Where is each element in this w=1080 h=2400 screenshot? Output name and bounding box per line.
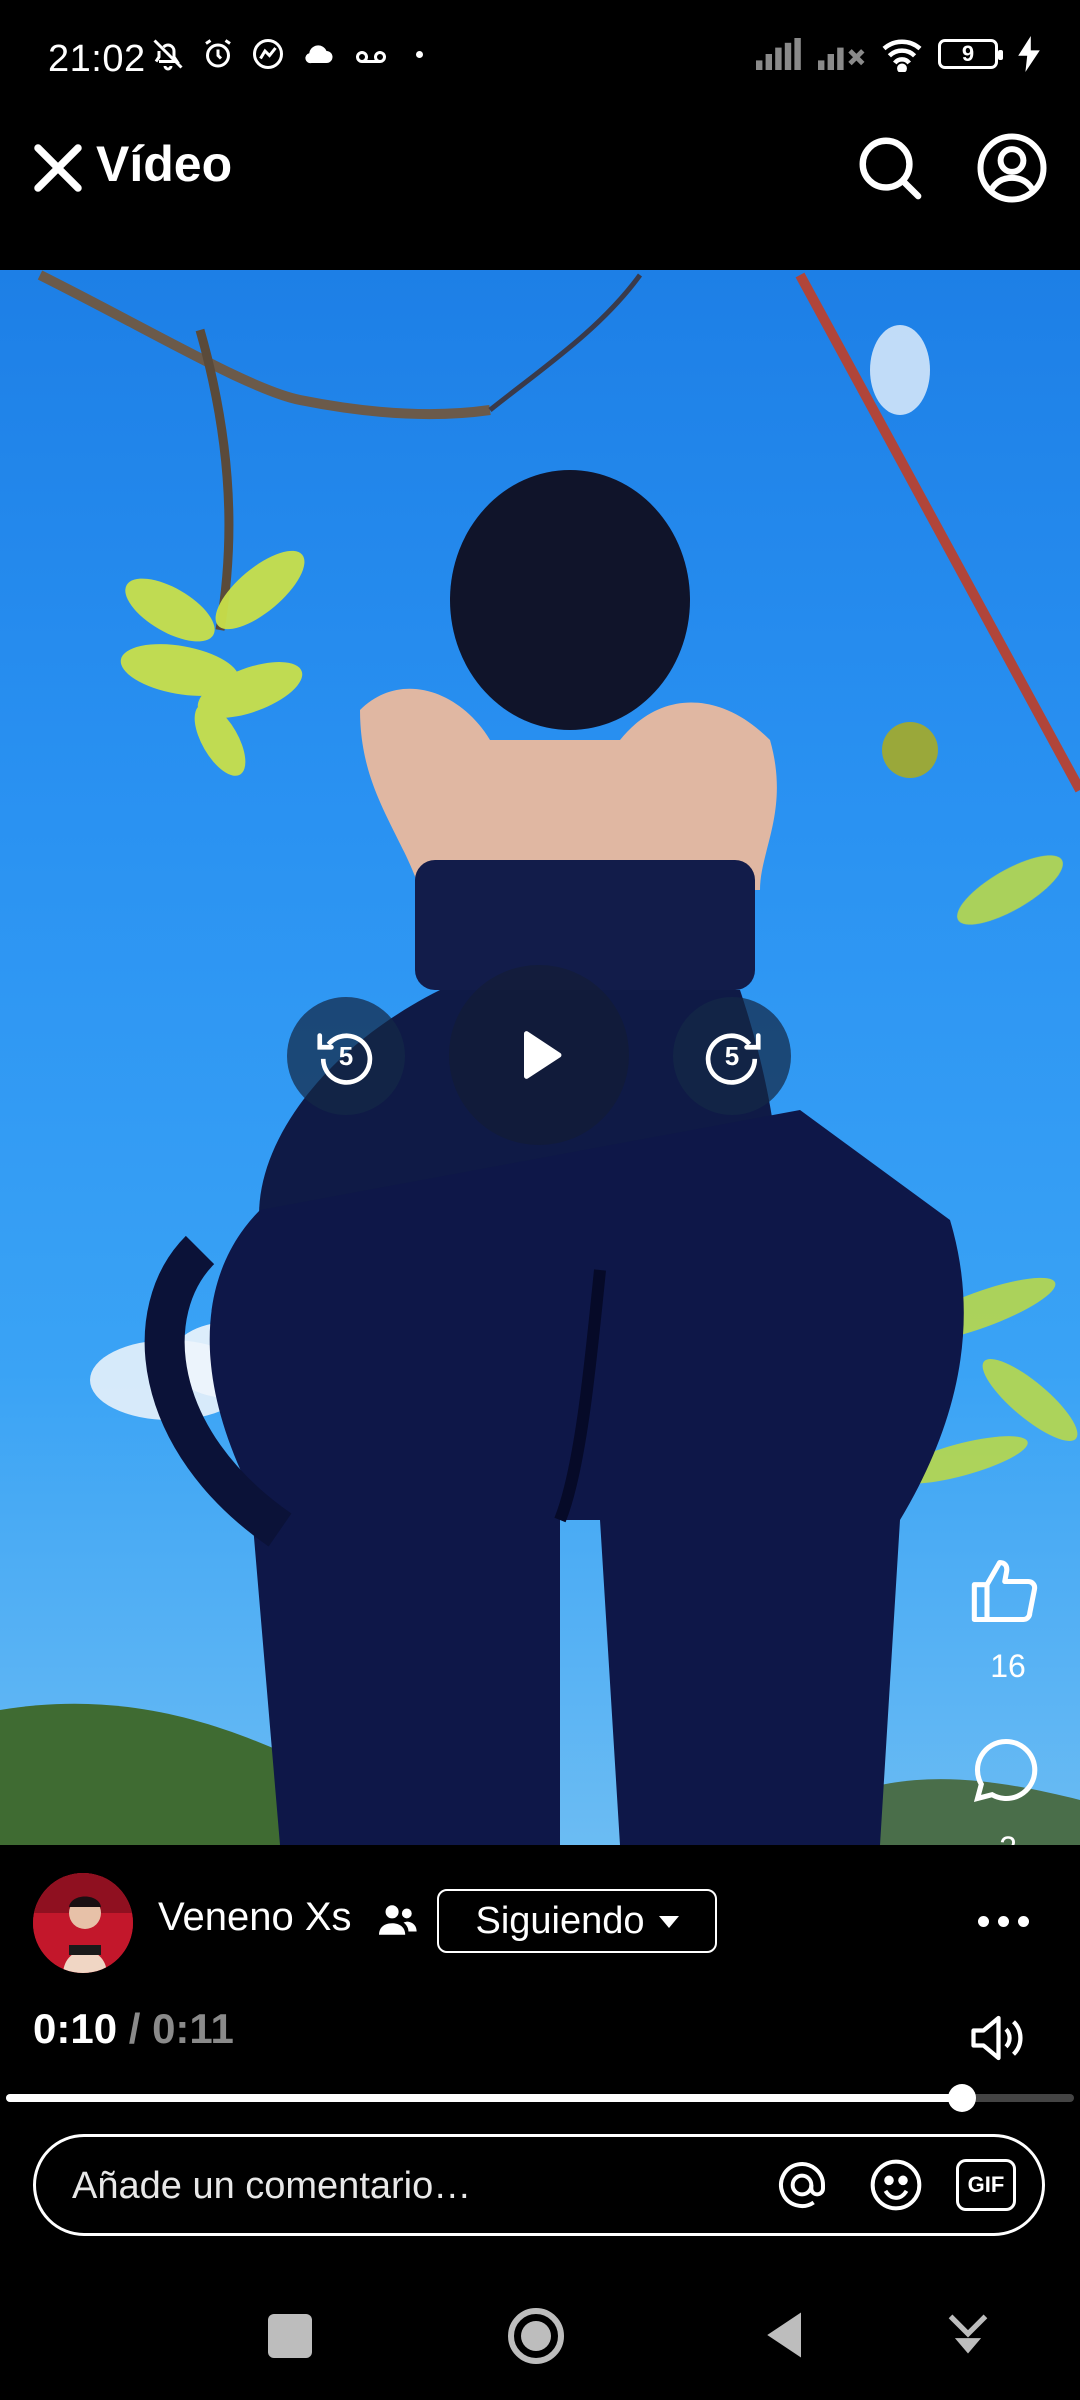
playback-time: 0:10 / 0:11 bbox=[33, 2005, 234, 2053]
close-button[interactable] bbox=[28, 138, 88, 198]
like-count: 16 bbox=[990, 1648, 1026, 1684]
like-button[interactable] bbox=[968, 1553, 1044, 1629]
emoji-button[interactable] bbox=[868, 2157, 924, 2213]
play-icon bbox=[523, 1031, 562, 1079]
signal-icon bbox=[756, 38, 801, 70]
more-options-button[interactable] bbox=[978, 1911, 1034, 1931]
video-player[interactable]: 5 5 16 2 bbox=[0, 270, 1080, 1845]
more-dot bbox=[1018, 1915, 1029, 1927]
recents-button[interactable] bbox=[268, 2314, 312, 2358]
volume-button[interactable] bbox=[966, 2010, 1026, 2066]
system-nav-bar bbox=[0, 2250, 1080, 2400]
current-time: 0:10 bbox=[33, 2005, 118, 2052]
play-button[interactable] bbox=[449, 965, 629, 1145]
rewind-seconds: 5 bbox=[338, 1040, 354, 1071]
avatar-image bbox=[33, 1873, 133, 1973]
forward-button[interactable]: 5 bbox=[673, 997, 791, 1115]
time-separator: / bbox=[128, 2005, 141, 2052]
author-name[interactable]: Veneno Xs bbox=[158, 1895, 352, 1940]
gif-label: GIF bbox=[967, 2172, 1005, 2197]
comment-button[interactable] bbox=[968, 1732, 1044, 1808]
progress-bar[interactable] bbox=[6, 2084, 1074, 2112]
status-bar: 21:02 9 bbox=[0, 0, 1080, 120]
search-button[interactable] bbox=[854, 132, 924, 202]
messenger-icon bbox=[253, 39, 283, 69]
back-button[interactable] bbox=[760, 2308, 806, 2362]
following-button[interactable]: Siguiendo bbox=[437, 1889, 717, 1953]
following-label: Siguiendo bbox=[475, 1899, 645, 1942]
page-title: Vídeo bbox=[96, 136, 233, 192]
comment-count: 2 bbox=[966, 1830, 1050, 1845]
charging-icon bbox=[1018, 36, 1040, 72]
signal-icon-2 bbox=[818, 47, 865, 70]
mention-button[interactable] bbox=[774, 2157, 830, 2213]
top-app-bar: Vídeo bbox=[0, 120, 1080, 270]
comment-composer: GIF bbox=[33, 2134, 1045, 2236]
forward-seconds: 5 bbox=[724, 1040, 740, 1071]
alarm-icon bbox=[205, 39, 231, 68]
avatar[interactable] bbox=[33, 1873, 133, 1973]
more-notifications-dot bbox=[416, 50, 423, 58]
more-dot bbox=[998, 1915, 1009, 1927]
duration: 0:11 bbox=[152, 2005, 234, 2052]
cloud-icon bbox=[305, 45, 333, 64]
author-row: Veneno Xs Siguiendo bbox=[0, 1855, 1080, 1985]
voicemail-icon bbox=[356, 51, 386, 63]
more-dot bbox=[978, 1915, 989, 1927]
battery-icon: 9 bbox=[938, 39, 1003, 69]
chevron-down-icon bbox=[658, 1916, 679, 1928]
progress-fill bbox=[6, 2094, 962, 2102]
status-time: 21:02 bbox=[48, 38, 146, 80]
rewind-button[interactable]: 5 bbox=[287, 997, 405, 1115]
gif-button[interactable]: GIF bbox=[956, 2159, 1016, 2211]
comment-input[interactable] bbox=[70, 2137, 774, 2235]
progress-thumb[interactable] bbox=[947, 2084, 976, 2112]
wifi-icon bbox=[882, 39, 922, 72]
profile-button[interactable] bbox=[976, 132, 1048, 204]
home-button[interactable] bbox=[506, 2306, 566, 2366]
friends-icon bbox=[379, 1905, 417, 1935]
bell-off-icon bbox=[153, 39, 183, 71]
battery-level: 9 bbox=[961, 41, 975, 66]
hide-keyboard-icon[interactable] bbox=[946, 2312, 990, 2360]
